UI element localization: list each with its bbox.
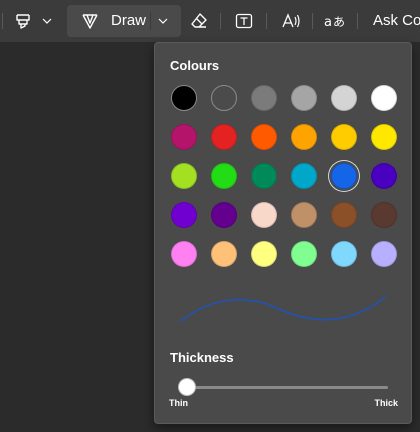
draw-label[interactable]: Draw (111, 0, 146, 42)
translate-button[interactable]: a あ (322, 0, 346, 42)
toolbar-separator (2, 13, 3, 29)
highlighter-dropdown[interactable] (42, 0, 52, 42)
colour-swatch[interactable] (251, 163, 277, 189)
colour-swatch[interactable] (291, 202, 317, 228)
colour-swatch[interactable] (371, 202, 397, 228)
svg-text:a: a (324, 15, 332, 30)
highlighter-button[interactable] (12, 0, 34, 42)
colour-swatch[interactable] (291, 124, 317, 150)
colour-swatch[interactable] (251, 202, 277, 228)
text-box-button[interactable] (233, 0, 255, 42)
colour-swatch[interactable] (331, 163, 357, 189)
colour-swatch[interactable] (171, 85, 197, 111)
colour-swatch[interactable] (251, 124, 277, 150)
ask-copilot-button[interactable]: Ask Cop (373, 0, 420, 42)
thickness-slider-track[interactable] (180, 386, 388, 389)
text-box-icon (235, 13, 253, 29)
colour-swatch[interactable] (371, 241, 397, 267)
colour-swatch[interactable] (291, 85, 317, 111)
stroke-preview (180, 296, 386, 322)
chevron-down-icon (158, 18, 168, 24)
thickness-heading: Thickness (170, 350, 234, 365)
colours-heading: Colours (170, 58, 220, 73)
pen-icon (82, 14, 98, 29)
colour-swatch[interactable] (331, 124, 357, 150)
highlighter-icon (16, 14, 30, 29)
colour-swatch[interactable] (211, 202, 237, 228)
colour-swatch[interactable] (211, 124, 237, 150)
thin-label: Thin (169, 398, 188, 408)
colour-swatch[interactable] (171, 202, 197, 228)
translate-icon: a あ (324, 15, 345, 30)
read-aloud-button[interactable] (279, 0, 303, 42)
toolbar-separator (266, 13, 267, 29)
draw-dropdown[interactable] (158, 0, 168, 42)
pen-settings-flyout: Colours Thickness Thin Thick (154, 42, 412, 424)
colour-swatch[interactable] (251, 241, 277, 267)
colour-swatch[interactable] (211, 85, 237, 111)
colour-swatch[interactable] (371, 124, 397, 150)
chevron-down-icon (42, 18, 52, 24)
svg-text:あ: あ (333, 15, 345, 29)
colour-swatch[interactable] (171, 163, 197, 189)
draw-button[interactable] (79, 0, 101, 42)
colour-swatch[interactable] (211, 163, 237, 189)
thick-label: Thick (374, 398, 398, 408)
toolbar-separator (220, 13, 221, 29)
colour-swatch[interactable] (331, 202, 357, 228)
thickness-slider-thumb[interactable] (179, 379, 195, 395)
colour-swatch[interactable] (291, 241, 317, 267)
toolbar-separator (312, 13, 313, 29)
colour-swatch[interactable] (291, 163, 317, 189)
colour-swatch[interactable] (211, 241, 237, 267)
colour-swatch[interactable] (171, 124, 197, 150)
toolbar-separator (357, 13, 358, 29)
toolbar: Draw a あ Ask Cop (0, 0, 420, 43)
read-aloud-icon (282, 13, 300, 28)
eraser-button[interactable] (188, 0, 210, 42)
colour-swatch[interactable] (371, 85, 397, 111)
colour-swatch[interactable] (251, 85, 277, 111)
eraser-icon (191, 13, 207, 28)
draw-split-separator (150, 12, 151, 30)
colour-swatch[interactable] (171, 241, 197, 267)
colour-swatch[interactable] (371, 163, 397, 189)
colour-swatch[interactable] (331, 85, 357, 111)
colour-swatch[interactable] (331, 241, 357, 267)
